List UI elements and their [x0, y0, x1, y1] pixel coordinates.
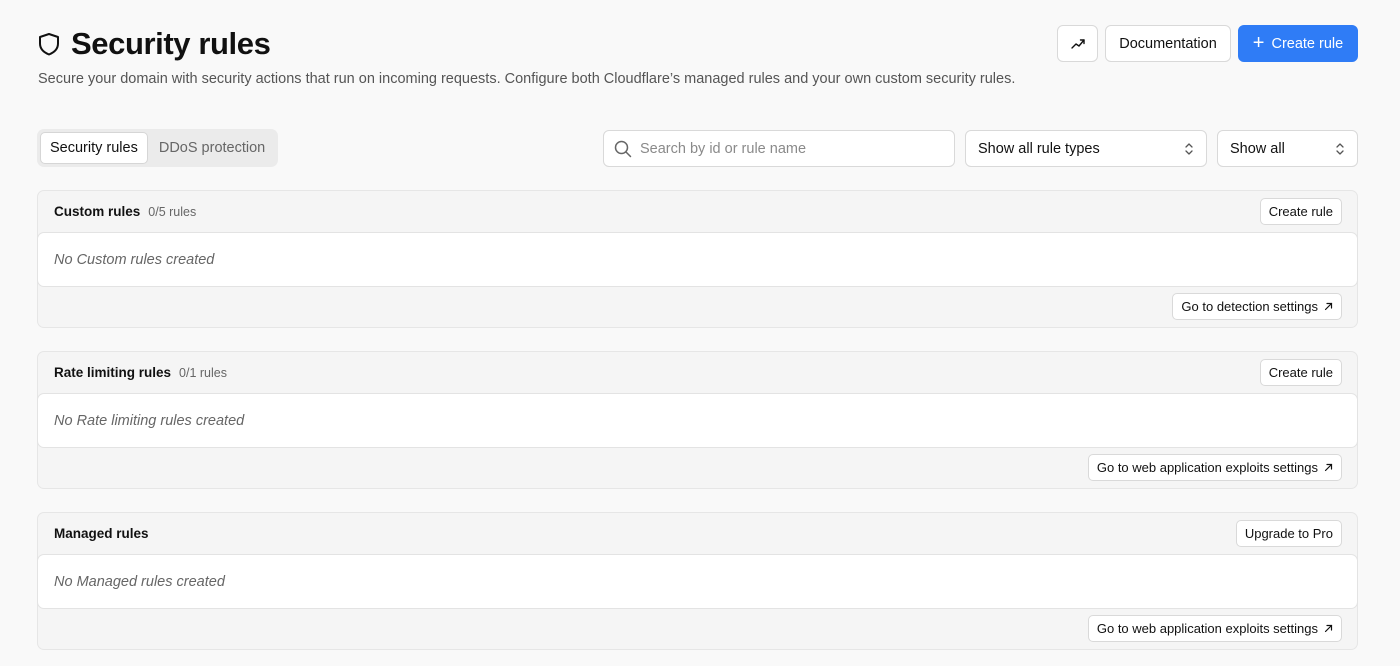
web-application-exploits-settings-link[interactable]: Go to web application exploits settings — [1087, 615, 1342, 642]
arrow-up-right-icon — [1324, 302, 1333, 311]
section-title: Managed rules — [54, 526, 149, 541]
page-subtitle: Secure your domain with security actions… — [38, 71, 1016, 87]
chevron-up-down-icon — [1184, 141, 1194, 157]
trend-icon — [1070, 36, 1086, 52]
create-rate-limiting-rule-button[interactable]: Create rule — [1259, 359, 1342, 386]
view-tabs: Security rules DDoS protection — [37, 129, 278, 167]
detection-settings-link[interactable]: Go to detection settings — [1172, 293, 1342, 320]
empty-state: No Managed rules created — [37, 554, 1358, 609]
rule-type-select-value: Show all rule types — [978, 140, 1100, 157]
page-title: Security rules — [71, 26, 271, 61]
custom-rules-section: Custom rules 0/5 rules Create rule No Cu… — [37, 190, 1358, 328]
security-rules-page: Security rules Secure your domain with s… — [0, 0, 1400, 666]
page-header: Security rules — [38, 24, 271, 64]
plus-icon: + — [1252, 31, 1265, 54]
section-title: Custom rules — [54, 204, 141, 219]
show-filter-select[interactable]: Show all — [1217, 130, 1358, 167]
section-title: Rate limiting rules — [54, 365, 172, 380]
rate-limiting-rules-section: Rate limiting rules 0/1 rules Create rul… — [37, 351, 1358, 489]
create-rule-button[interactable]: + Create rule — [1238, 25, 1358, 62]
search-box — [603, 130, 955, 167]
rule-count: 0/1 rules — [179, 366, 227, 380]
tab-security-rules[interactable]: Security rules — [40, 132, 148, 164]
upgrade-to-pro-button[interactable]: Upgrade to Pro — [1235, 520, 1342, 547]
managed-rules-section: Managed rules Upgrade to Pro No Managed … — [37, 512, 1358, 650]
section-header: Custom rules 0/5 rules — [54, 204, 196, 219]
chevron-up-down-icon — [1335, 141, 1345, 157]
rule-type-select[interactable]: Show all rule types — [965, 130, 1207, 167]
create-custom-rule-button[interactable]: Create rule — [1259, 198, 1342, 225]
documentation-button[interactable]: Documentation — [1105, 25, 1231, 62]
link-label: Go to detection settings — [1181, 299, 1318, 314]
arrow-up-right-icon — [1324, 624, 1333, 633]
empty-state-text: No Custom rules created — [54, 251, 215, 268]
search-input[interactable] — [640, 140, 940, 157]
empty-state-text: No Rate limiting rules created — [54, 412, 245, 429]
section-header: Rate limiting rules 0/1 rules — [54, 365, 227, 380]
link-label: Go to web application exploits settings — [1096, 460, 1318, 475]
tab-ddos-protection[interactable]: DDoS protection — [150, 132, 274, 164]
search-icon — [614, 140, 632, 158]
link-label: Go to web application exploits settings — [1096, 621, 1318, 636]
web-application-exploits-settings-link[interactable]: Go to web application exploits settings — [1087, 454, 1342, 481]
empty-state: No Custom rules created — [37, 232, 1358, 287]
header-actions: Documentation + Create rule — [1057, 25, 1358, 62]
empty-state-text: No Managed rules created — [54, 573, 225, 590]
show-filter-select-value: Show all — [1230, 140, 1285, 157]
arrow-up-right-icon — [1324, 463, 1333, 472]
create-rule-label: Create rule — [1271, 35, 1344, 52]
section-header: Managed rules — [54, 526, 157, 541]
shield-icon — [38, 31, 62, 57]
empty-state: No Rate limiting rules created — [37, 393, 1358, 448]
rule-count: 0/5 rules — [148, 205, 197, 219]
analytics-button[interactable] — [1057, 25, 1098, 62]
